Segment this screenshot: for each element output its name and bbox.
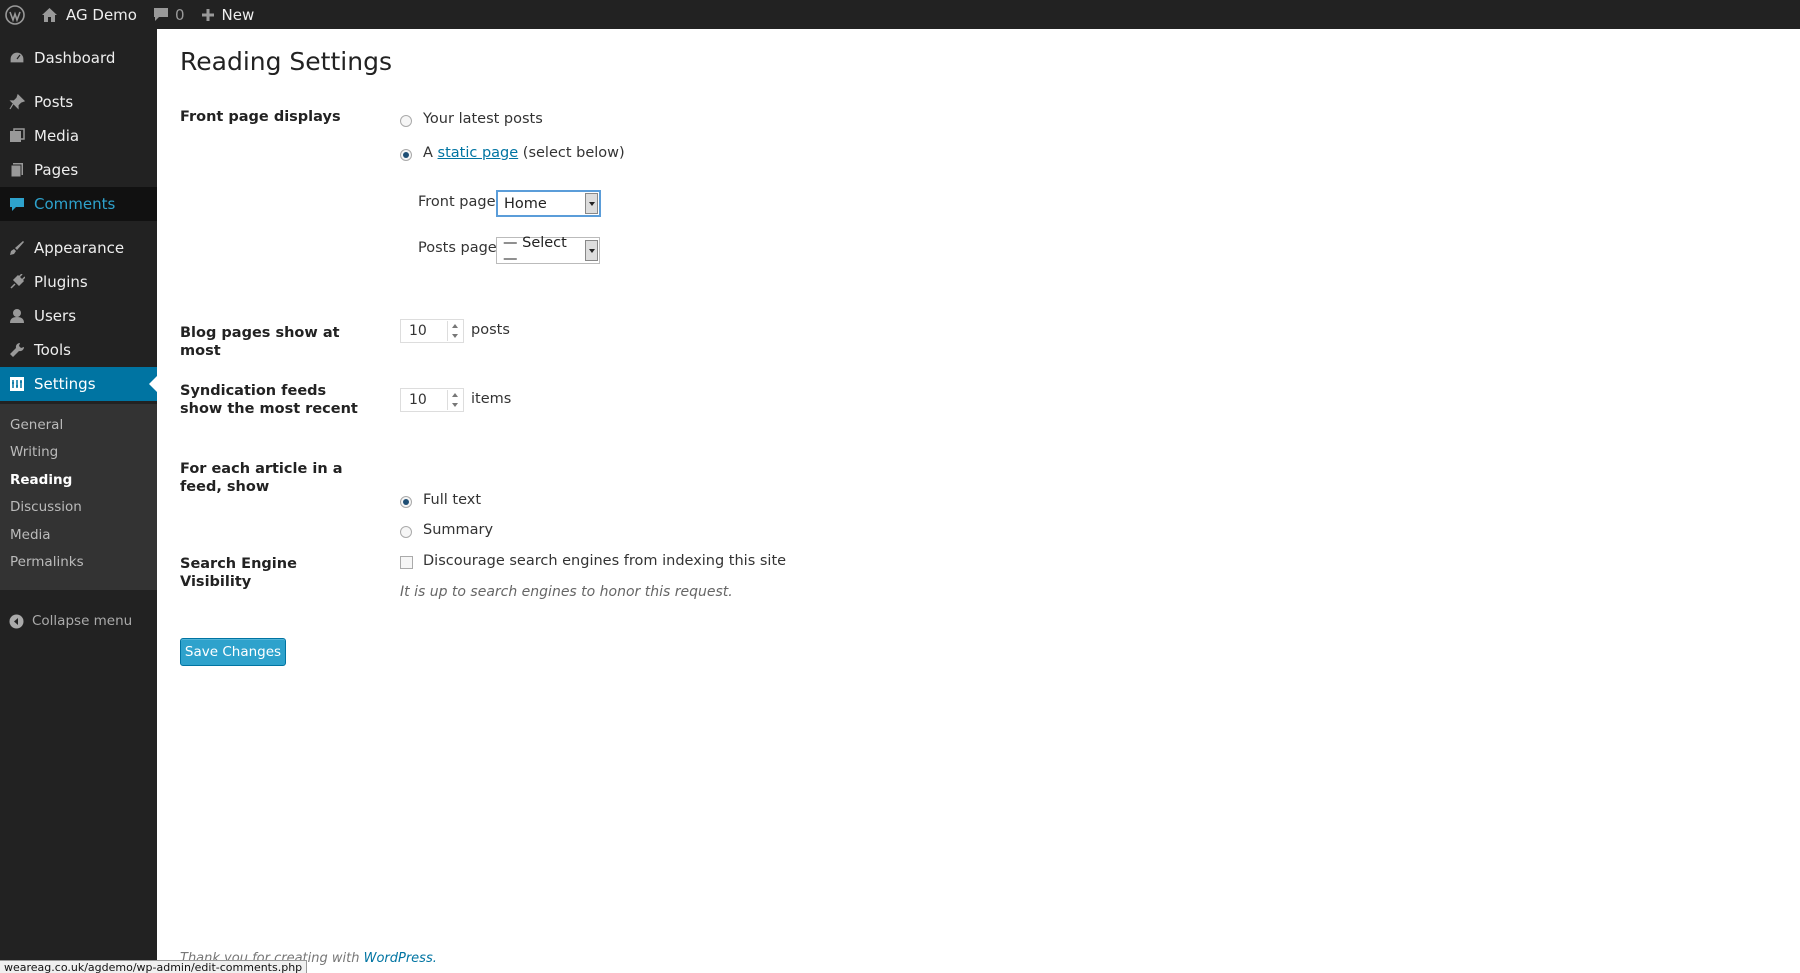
- comment-icon: [0, 196, 34, 212]
- discourage-search-label: Discourage search engines from indexing …: [423, 553, 787, 569]
- sidebar-item-appearance[interactable]: Appearance: [0, 231, 157, 265]
- sidebar-item-label: Posts: [34, 93, 74, 111]
- submenu-item-writing[interactable]: Writing: [10, 442, 58, 462]
- new-label: New: [221, 5, 255, 24]
- site-name: AG Demo: [66, 5, 137, 24]
- static-page-link[interactable]: static page: [438, 145, 519, 161]
- comments-count: 0: [174, 5, 185, 24]
- static-page-prefix: A: [423, 145, 433, 161]
- sidebar-item-label: Users: [34, 307, 77, 325]
- sidebar-item-dashboard[interactable]: Dashboard: [0, 41, 157, 75]
- submenu-item-discussion[interactable]: Discussion: [10, 497, 82, 517]
- static-page-suffix: (select below): [522, 145, 625, 161]
- dropdown-arrow-icon: [585, 240, 598, 261]
- posts-page-select[interactable]: — Select —: [496, 234, 600, 267]
- comment-bubble-icon: [153, 8, 168, 21]
- submenu-item-general[interactable]: General: [10, 415, 63, 435]
- feed-article-label: For each article in a feed, show: [180, 461, 343, 495]
- submenu-item-media[interactable]: Media: [10, 525, 51, 545]
- sidebar-item-label: Tools: [34, 341, 71, 359]
- save-changes-button[interactable]: Save Changes: [180, 638, 286, 666]
- static-page-radio[interactable]: [400, 149, 412, 161]
- syndication-value: 10: [409, 392, 427, 408]
- sidebar-item-label: Plugins: [34, 273, 88, 291]
- collapse-menu-label: Collapse menu: [32, 613, 133, 629]
- collapse-menu-button[interactable]: Collapse menu: [0, 609, 157, 633]
- sidebar-item-label: Appearance: [34, 239, 125, 257]
- blog-pages-label: Blog pages show at most: [180, 325, 340, 359]
- latest-posts-label: Your latest posts: [423, 111, 543, 127]
- syndication-unit: items: [471, 391, 512, 407]
- sidebar-item-posts[interactable]: Posts: [0, 85, 157, 119]
- settings-icon: [0, 376, 34, 392]
- collapse-arrow-icon: [0, 614, 32, 629]
- full-text-radio[interactable]: [400, 496, 412, 508]
- comments-button[interactable]: 0: [145, 0, 193, 29]
- sidebar-item-pages[interactable]: Pages: [0, 153, 157, 187]
- sidebar-item-comments[interactable]: Comments: [0, 187, 157, 221]
- sidebar-item-settings[interactable]: Settings: [0, 367, 157, 401]
- static-page-option: A static page (select below): [423, 145, 625, 161]
- submenu-item-permalinks[interactable]: Permalinks: [10, 552, 84, 572]
- user-icon: [0, 308, 34, 324]
- sidebar-item-plugins[interactable]: Plugins: [0, 265, 157, 299]
- search-visibility-label: Search Engine Visibility: [180, 556, 297, 590]
- sidebar-item-label: Media: [34, 127, 80, 145]
- front-page-displays-label: Front page displays: [180, 109, 341, 125]
- pin-icon: [0, 94, 34, 110]
- browser-status-bar: weareag.co.uk/agdemo/wp-admin/edit-comme…: [0, 960, 308, 973]
- sidebar-item-label: Settings: [34, 375, 96, 393]
- media-icon: [0, 128, 34, 144]
- page-title: Reading Settings: [180, 47, 392, 76]
- sidebar-item-label: Comments: [34, 195, 116, 213]
- submenu-item-reading[interactable]: Reading: [10, 470, 72, 490]
- wordpress-link[interactable]: WordPress.: [364, 951, 437, 966]
- home-icon: [42, 7, 57, 22]
- discourage-search-checkbox[interactable]: [400, 556, 413, 569]
- plug-icon: [0, 274, 34, 290]
- syndication-number-input[interactable]: 10: [400, 388, 464, 412]
- wrench-icon: [0, 342, 34, 358]
- new-content-button[interactable]: New: [193, 0, 263, 29]
- search-visibility-description: It is up to search engines to honor this…: [400, 584, 733, 600]
- wordpress-logo-button[interactable]: [0, 0, 30, 29]
- sidebar-item-media[interactable]: Media: [0, 119, 157, 153]
- front-page-select[interactable]: Home: [496, 190, 601, 217]
- full-text-label: Full text: [423, 492, 482, 508]
- blog-pages-unit: posts: [471, 322, 510, 338]
- front-page-select-value: Home: [504, 195, 547, 212]
- spinner-arrows-icon[interactable]: [447, 390, 461, 410]
- brush-icon: [0, 240, 34, 256]
- posts-page-select-value: — Select —: [503, 234, 567, 267]
- sidebar-item-users[interactable]: Users: [0, 299, 157, 333]
- sidebar-item-label: Pages: [34, 161, 79, 179]
- spinner-arrows-icon[interactable]: [447, 321, 461, 341]
- admin-bar: AG Demo 0 New: [0, 0, 1800, 29]
- summary-radio[interactable]: [400, 526, 412, 538]
- site-name-button[interactable]: AG Demo: [30, 0, 145, 29]
- settings-submenu: General Writing Reading Discussion Media…: [0, 404, 157, 590]
- admin-sidebar: Dashboard Posts Media Pages Comments App…: [0, 29, 157, 973]
- sidebar-item-tools[interactable]: Tools: [0, 333, 157, 367]
- front-page-select-label: Front page:: [418, 194, 501, 210]
- syndication-label: Syndication feeds show the most recent: [180, 383, 358, 417]
- main-content: Reading Settings Front page displays You…: [157, 29, 1800, 973]
- wordpress-logo-icon: [5, 4, 25, 25]
- posts-page-select-label: Posts page:: [418, 240, 502, 256]
- dropdown-arrow-icon: [585, 193, 598, 214]
- plus-icon: [201, 8, 214, 21]
- dashboard-icon: [0, 50, 34, 66]
- latest-posts-radio[interactable]: [400, 115, 412, 127]
- summary-label: Summary: [423, 522, 494, 538]
- blog-pages-number-input[interactable]: 10: [400, 319, 464, 343]
- sidebar-item-label: Dashboard: [34, 49, 116, 67]
- blog-pages-value: 10: [409, 323, 427, 339]
- pages-icon: [0, 162, 34, 178]
